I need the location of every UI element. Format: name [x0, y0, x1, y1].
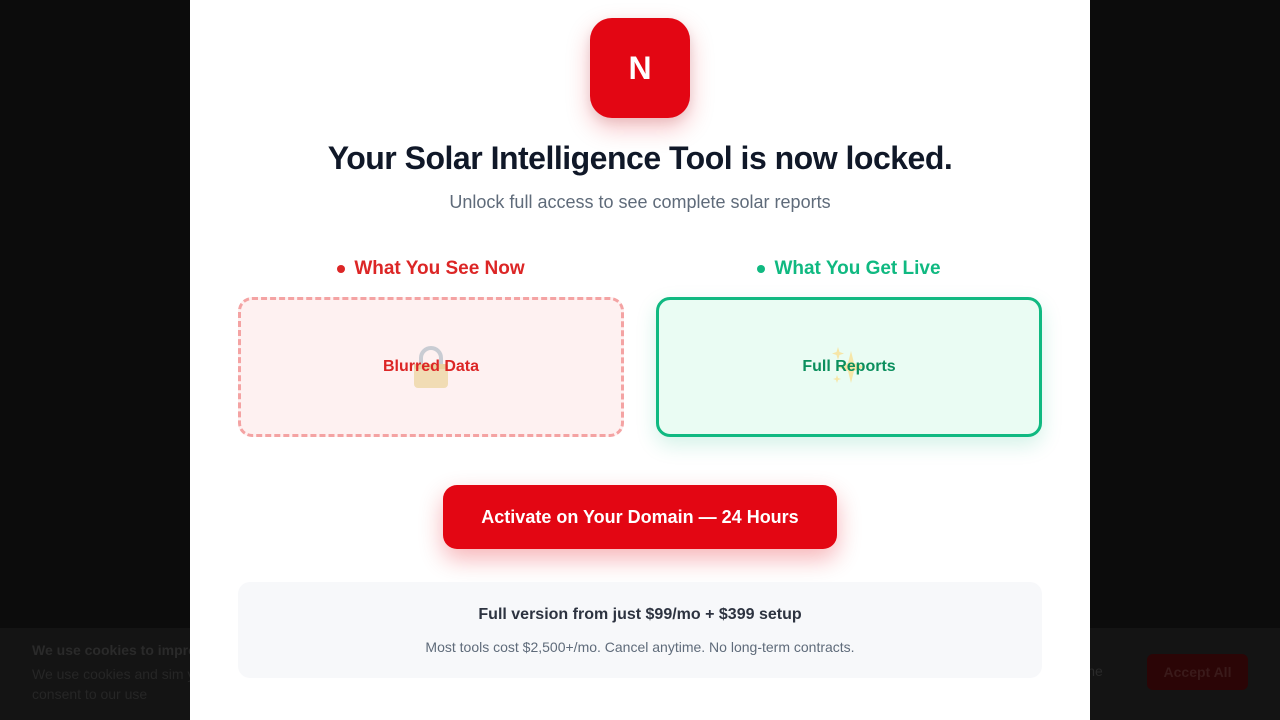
- modal-subtitle: Unlock full access to see complete solar…: [449, 192, 831, 212]
- modal-title: Your Solar Intelligence Tool is now lock…: [327, 140, 953, 176]
- blurred-data-label: Blurred Data: [382, 358, 480, 375]
- pricing-box: Full version from just $99/mo + $399 set…: [238, 582, 1042, 678]
- pricing-main-text: Full version from just $99/mo + $399 set…: [478, 606, 802, 623]
- heading-what-you-see-now: What You See Now: [238, 257, 624, 281]
- full-reports-label: Full Reports: [802, 358, 896, 375]
- activate-domain-button[interactable]: Activate on Your Domain — 24 Hours: [443, 485, 837, 549]
- lock-modal: N Your Solar Intelligence Tool is now lo…: [190, 0, 1090, 720]
- green-dot-icon: [757, 265, 766, 273]
- red-dot-icon: [337, 265, 346, 273]
- pricing-sub-text: Most tools cost $2,500+/mo. Cancel anyti…: [425, 639, 855, 655]
- cookie-accept-button: Accept All: [1147, 654, 1248, 690]
- heading-what-you-get-live: What You Get Live: [656, 257, 1042, 281]
- cookie-banner-text: We use cookies and sim you consent to ou…: [32, 666, 210, 702]
- heading-what-you-get-live-label: What You Get Live: [774, 258, 941, 279]
- heading-what-you-see-now-label: What You See Now: [354, 258, 525, 279]
- blurred-data-card: Blurred Data: [238, 297, 624, 437]
- brand-logo: N: [590, 18, 690, 118]
- full-reports-card: Full Reports: [656, 297, 1042, 437]
- cookie-banner-title: We use cookies to impro: [32, 642, 197, 658]
